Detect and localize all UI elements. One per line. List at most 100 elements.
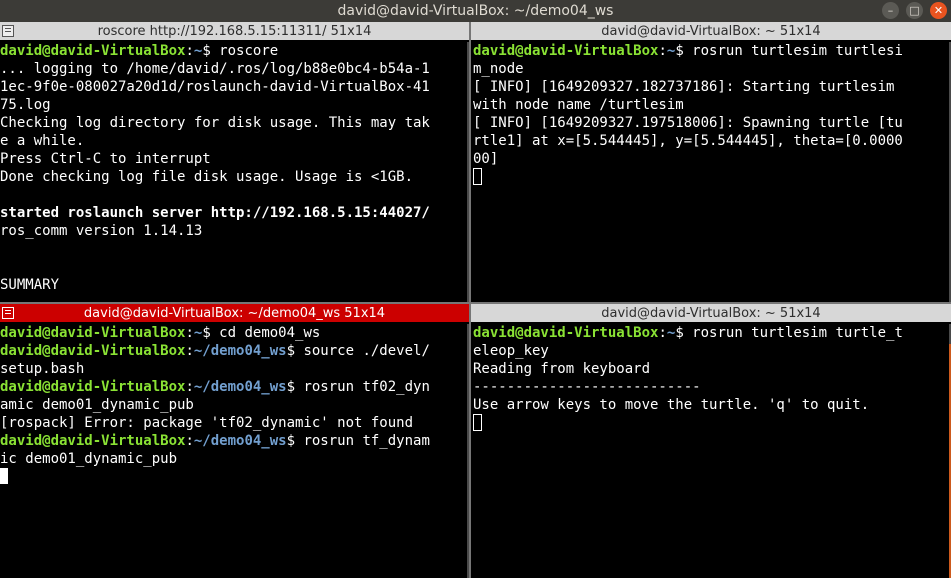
prompt-path: ~/demo04_ws bbox=[193, 379, 287, 395]
terminal-text: : bbox=[185, 325, 194, 341]
terminal-cursor bbox=[473, 414, 482, 431]
prompt-path: ~/demo04_ws bbox=[193, 433, 287, 449]
terminal-line: e a while. bbox=[0, 132, 469, 150]
terminal-line: --------------------------- bbox=[473, 378, 951, 396]
terminal-line: with node name /turtlesim bbox=[473, 96, 951, 114]
terminal-output[interactable]: david@david-VirtualBox:~$ cd demo04_ws da… bbox=[0, 324, 469, 578]
terminal-text: $ cd demo04_ws bbox=[202, 325, 321, 341]
terminal-text: ic demo01_dynamic_pub bbox=[0, 451, 178, 467]
terminal-text: rtle1] at x=[5.544445], y=[5.544445], th… bbox=[473, 133, 903, 149]
terminal-line: david@david-VirtualBox:~$ cd demo04_ws bbox=[0, 324, 469, 342]
terminal-text: : bbox=[658, 43, 667, 59]
prompt-user-host: david@david-VirtualBox bbox=[473, 325, 659, 341]
vertical-divider[interactable] bbox=[469, 22, 471, 578]
terminal-text: started roslaunch server http://192.168.… bbox=[0, 205, 430, 221]
terminal-text: ... logging to /home/david/.ros/log/b88e… bbox=[0, 61, 430, 77]
terminal-output[interactable]: david@david-VirtualBox:~$ rosrun turtles… bbox=[471, 42, 951, 302]
prompt-user-host: david@david-VirtualBox bbox=[0, 343, 186, 359]
terminal-line bbox=[473, 414, 951, 432]
terminal-line: Reading from keyboard bbox=[473, 360, 951, 378]
terminal-line: Press Ctrl-C to interrupt bbox=[0, 150, 469, 168]
pane-title-bar[interactable]: david@david-VirtualBox: ~ 51x14 bbox=[471, 304, 951, 322]
terminal-line: david@david-VirtualBox:~/demo04_ws$ rosr… bbox=[0, 378, 469, 396]
terminal-text: Reading from keyboard bbox=[473, 361, 651, 377]
terminal-line: [ INFO] [1649209327.197518006]: Spawning… bbox=[473, 114, 951, 132]
terminal-line: 75.log bbox=[0, 96, 469, 114]
terminal-line: ... logging to /home/david/.ros/log/b88e… bbox=[0, 60, 469, 78]
terminal-text: $ rosrun turtlesim turtle_t bbox=[675, 325, 903, 341]
terminal-text: $ rosrun tf_dynam bbox=[286, 433, 430, 449]
prompt-user-host: david@david-VirtualBox bbox=[0, 325, 186, 341]
pane-title-bar[interactable]: roscore http://192.168.5.15:11311/ 51x14 bbox=[0, 22, 469, 40]
terminal-line: david@david-VirtualBox:~$ rosrun turtles… bbox=[473, 42, 951, 60]
terminal-line: Checking log directory for disk usage. T… bbox=[0, 114, 469, 132]
terminal-text: 00] bbox=[473, 151, 499, 167]
prompt-user-host: david@david-VirtualBox bbox=[473, 43, 659, 59]
terminal-text: $ source ./devel/ bbox=[286, 343, 430, 359]
terminal-text: eleop_key bbox=[473, 343, 549, 359]
terminal-text: Press Ctrl-C to interrupt bbox=[0, 151, 211, 167]
terminal-pane-bottom-right[interactable]: david@david-VirtualBox: ~ 51x14 david@da… bbox=[471, 304, 951, 578]
terminal-line: david@david-VirtualBox:~$ roscore bbox=[0, 42, 469, 60]
terminal-text: e a while. bbox=[0, 133, 85, 149]
terminal-line: rtle1] at x=[5.544445], y=[5.544445], th… bbox=[473, 132, 951, 150]
maximize-icon[interactable]: □ bbox=[906, 2, 923, 19]
pane-title: david@david-VirtualBox: ~ 51x14 bbox=[601, 305, 821, 321]
terminal-menu-icon[interactable] bbox=[2, 307, 14, 319]
pane-title: david@david-VirtualBox: ~ 51x14 bbox=[601, 23, 821, 39]
horizontal-divider[interactable] bbox=[0, 302, 951, 304]
close-icon[interactable]: ✕ bbox=[930, 2, 947, 19]
terminal-line: Done checking log file disk usage. Usage… bbox=[0, 168, 469, 186]
terminal-line: eleop_key bbox=[473, 342, 951, 360]
terminal-pane-top-left[interactable]: roscore http://192.168.5.15:11311/ 51x14… bbox=[0, 22, 469, 302]
terminal-menu-icon[interactable] bbox=[2, 25, 14, 37]
terminal-line: ros_comm version 1.14.13 bbox=[0, 222, 469, 240]
terminal-text: SUMMARY bbox=[0, 277, 60, 293]
pane-title-bar[interactable]: david@david-VirtualBox: ~/demo04_ws 51x1… bbox=[0, 304, 469, 322]
prompt-user-host: david@david-VirtualBox bbox=[0, 379, 186, 395]
terminal-text: 75.log bbox=[0, 97, 51, 113]
terminal-text: Done checking log file disk usage. Usage… bbox=[0, 169, 414, 185]
terminal-text: $ roscore bbox=[202, 43, 279, 59]
terminal-line: amic demo01_dynamic_pub bbox=[0, 396, 469, 414]
terminal-text: ros_comm version 1.14.13 bbox=[0, 223, 203, 239]
terminal-line: 00] bbox=[473, 150, 951, 168]
terminal-line: david@david-VirtualBox:~/demo04_ws$ sour… bbox=[0, 342, 469, 360]
terminal-text: : bbox=[185, 433, 194, 449]
pane-title: roscore http://192.168.5.15:11311/ 51x14 bbox=[97, 23, 372, 39]
terminal-text: with node name /turtlesim bbox=[473, 97, 684, 113]
terminal-text: [ INFO] [1649209327.197518006]: Spawning… bbox=[473, 115, 903, 131]
terminal-text: : bbox=[185, 343, 194, 359]
window-titlebar[interactable]: david@david-VirtualBox: ~/demo04_ws – □ … bbox=[0, 0, 951, 22]
terminal-pane-bottom-left[interactable]: david@david-VirtualBox: ~/demo04_ws 51x1… bbox=[0, 304, 469, 578]
terminal-cursor bbox=[473, 168, 482, 185]
terminal-output[interactable]: david@david-VirtualBox:~$ rosrun turtles… bbox=[471, 324, 951, 578]
terminal-line: david@david-VirtualBox:~$ rosrun turtles… bbox=[473, 324, 951, 342]
terminal-line bbox=[473, 168, 951, 186]
terminal-text: $ rosrun tf02_dyn bbox=[286, 379, 430, 395]
terminal-text: 1ec-9f0e-080027a20d1d/roslaunch-david-Vi… bbox=[0, 79, 430, 95]
terminal-line: [ INFO] [1649209327.182737186]: Starting… bbox=[473, 78, 951, 96]
terminal-line: ic demo01_dynamic_pub bbox=[0, 450, 469, 468]
minimize-icon[interactable]: – bbox=[882, 2, 899, 19]
terminal-text: setup.bash bbox=[0, 361, 85, 377]
terminal-text: $ rosrun turtlesim turtlesi bbox=[675, 43, 903, 59]
terminal-text: m_node bbox=[473, 61, 524, 77]
pane-title: david@david-VirtualBox: ~/demo04_ws 51x1… bbox=[83, 305, 386, 321]
terminal-line: [rospack] Error: package 'tf02_dynamic' … bbox=[0, 414, 469, 432]
terminal-output[interactable]: david@david-VirtualBox:~$ roscore... log… bbox=[0, 42, 469, 302]
terminal-text: : bbox=[658, 325, 667, 341]
prompt-path: ~/demo04_ws bbox=[193, 343, 287, 359]
terminal-line: Use arrow keys to move the turtle. 'q' t… bbox=[473, 396, 951, 414]
terminal-text: [ INFO] [1649209327.182737186]: Starting… bbox=[473, 79, 895, 95]
pane-title-bar[interactable]: david@david-VirtualBox: ~ 51x14 bbox=[471, 22, 951, 40]
terminal-line: started roslaunch server http://192.168.… bbox=[0, 204, 469, 222]
terminal-pane-top-right[interactable]: david@david-VirtualBox: ~ 51x14 david@da… bbox=[471, 22, 951, 302]
terminal-text: --------------------------- bbox=[473, 379, 701, 395]
terminal-text: amic demo01_dynamic_pub bbox=[0, 397, 194, 413]
terminal-text: [rospack] Error: package 'tf02_dynamic' … bbox=[0, 415, 414, 431]
terminal-text: Use arrow keys to move the turtle. 'q' t… bbox=[473, 397, 870, 413]
prompt-user-host: david@david-VirtualBox bbox=[0, 43, 186, 59]
terminal-text: Checking log directory for disk usage. T… bbox=[0, 115, 430, 131]
